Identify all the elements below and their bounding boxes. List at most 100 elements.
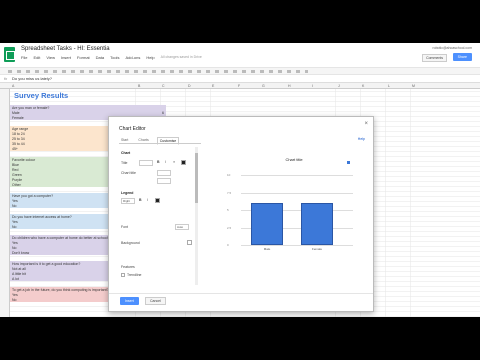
answer-label: No <box>12 203 17 208</box>
answer-label: Other <box>12 182 21 187</box>
column-header-c[interactable]: C <box>162 84 165 88</box>
legend-bold-icon[interactable]: B <box>139 198 142 202</box>
question-label: Are you man or female? <box>12 105 50 110</box>
y-tick-label: 7.5 <box>227 190 232 195</box>
y-tick-label: 5 <box>227 208 229 212</box>
y-tick-label: 2.5 <box>227 225 232 230</box>
help-link[interactable]: Help <box>358 137 365 141</box>
trendline-label: Trendline <box>127 273 142 277</box>
answer-label: Female <box>12 115 24 120</box>
legend-color-swatch[interactable] <box>155 198 160 203</box>
insert-button[interactable]: Insert <box>120 297 139 305</box>
legend-italic-icon[interactable]: I <box>147 198 148 202</box>
answer-label: No <box>12 297 17 302</box>
answer-label: 18 to 24 <box>12 131 25 136</box>
question-label: Age range <box>12 126 29 131</box>
background-label: Background <box>121 241 140 245</box>
column-header-f[interactable]: F <box>238 84 240 88</box>
question-label: To get a job in the future, do you think… <box>12 287 109 292</box>
row-headers <box>0 89 10 317</box>
answer-label: Blue <box>12 162 20 167</box>
panel-scrollbar[interactable] <box>195 147 198 285</box>
sheets-logo-icon[interactable] <box>4 47 15 62</box>
column-header-e[interactable]: E <box>212 84 214 88</box>
column-header-b[interactable]: B <box>138 84 140 88</box>
answer-label: 45+ <box>12 146 18 151</box>
chart-title: Chart title <box>285 157 303 162</box>
section-chart-label: Chart <box>121 151 131 155</box>
answer-label: 25 to 34 <box>12 136 25 141</box>
formula-bar: fx Do you miss us lately? <box>0 75 480 83</box>
answer-label: Not at all <box>12 266 26 271</box>
align-icon[interactable]: ≡ <box>173 160 175 164</box>
question-label: Favorite colour <box>12 157 36 162</box>
saved-status: All changes saved in Drive <box>160 55 202 59</box>
answer-label: Yes <box>12 219 18 224</box>
toolbar-icons[interactable] <box>8 70 308 73</box>
menu-bar: File Edit View Insert Format Data Tools Add-ons… <box>21 55 202 60</box>
cancel-button[interactable]: Cancel <box>145 297 166 305</box>
trendline-checkbox[interactable] <box>121 273 125 277</box>
chart-subtitle-input[interactable] <box>157 178 171 184</box>
column-header-h[interactable]: H <box>288 84 291 88</box>
gridline <box>241 245 353 246</box>
chart-title-label: Chart title <box>121 171 136 175</box>
menu-item-view[interactable]: View <box>46 55 55 60</box>
legend-marker-icon <box>347 161 350 164</box>
answer-label: A little bit <box>12 271 27 276</box>
menu-item-tools[interactable]: Tools <box>110 55 119 60</box>
title-label: Title <box>121 161 128 165</box>
menu-item-insert[interactable]: Insert <box>61 55 71 60</box>
menu-item-add-ons[interactable]: Add-ons <box>125 55 140 60</box>
dialog-title: Chart Editor <box>119 126 146 132</box>
answer-label: No <box>12 224 17 229</box>
answer-label: A lot <box>12 276 19 281</box>
app-window: Spreadsheet Tasks - HI: Essentia ☆ File E… <box>0 43 480 317</box>
title-select[interactable] <box>139 160 153 166</box>
tab-divider <box>119 143 201 144</box>
italic-icon[interactable]: I <box>165 160 166 164</box>
toolbar <box>0 67 480 75</box>
bar-female[interactable] <box>301 203 333 245</box>
app-bar: Spreadsheet Tasks - HI: Essentia ☆ File E… <box>0 43 480 67</box>
answer-count[interactable]: 6 <box>137 111 164 115</box>
column-header-j[interactable]: J <box>338 84 340 88</box>
bar-male[interactable] <box>251 203 283 245</box>
menu-item-data[interactable]: Data <box>96 55 104 60</box>
answer-label: Purple <box>12 177 23 182</box>
column-header-i[interactable]: I <box>312 84 313 88</box>
chart-preview: Chart title 10 7.5 5 2.5 0 Male Female <box>221 147 367 281</box>
question-label: How important is it to get a good educat… <box>12 261 81 266</box>
legend-position-select[interactable]: Right <box>121 198 135 204</box>
share-button[interactable]: Share <box>452 53 472 61</box>
formula-input[interactable]: Do you miss us lately? <box>12 76 52 81</box>
menu-item-file[interactable]: File <box>21 55 27 60</box>
font-select[interactable]: Auto <box>175 224 189 230</box>
menu-item-format[interactable]: Format <box>77 55 90 60</box>
customise-panel: Chart Title B I ≡ Chart title Legend Rig… <box>119 147 201 285</box>
answer-label: Yes <box>12 292 18 297</box>
close-icon[interactable]: × <box>364 121 368 127</box>
account-email[interactable]: robotic@ahoaschool.com <box>432 46 472 50</box>
column-header-d[interactable]: D <box>188 84 191 88</box>
comments-button[interactable]: Comments <box>422 54 447 62</box>
x-tick-label: Female <box>311 247 322 251</box>
answer-label: No <box>12 245 17 250</box>
chart-editor-dialog: Chart Editor × Help Start Charts Customi… <box>108 116 374 312</box>
answer-label: Yes <box>12 240 18 245</box>
column-header-g[interactable]: G <box>262 84 265 88</box>
menu-item-help[interactable]: Help <box>146 55 154 60</box>
features-label: Features <box>121 265 135 269</box>
column-header-l[interactable]: L <box>388 84 390 88</box>
column-header-k[interactable]: K <box>362 84 364 88</box>
background-color-swatch[interactable] <box>187 240 192 245</box>
column-header-a[interactable]: A <box>12 84 14 88</box>
legend-label: Legend <box>121 191 134 195</box>
column-header-m[interactable]: M <box>412 84 415 88</box>
chart-title-input[interactable] <box>157 170 171 176</box>
star-icon[interactable]: ☆ <box>91 45 96 52</box>
text-color-swatch[interactable] <box>181 160 186 165</box>
answer-label: Yes <box>12 198 18 203</box>
menu-item-edit[interactable]: Edit <box>33 55 40 60</box>
bold-icon[interactable]: B <box>157 160 160 164</box>
